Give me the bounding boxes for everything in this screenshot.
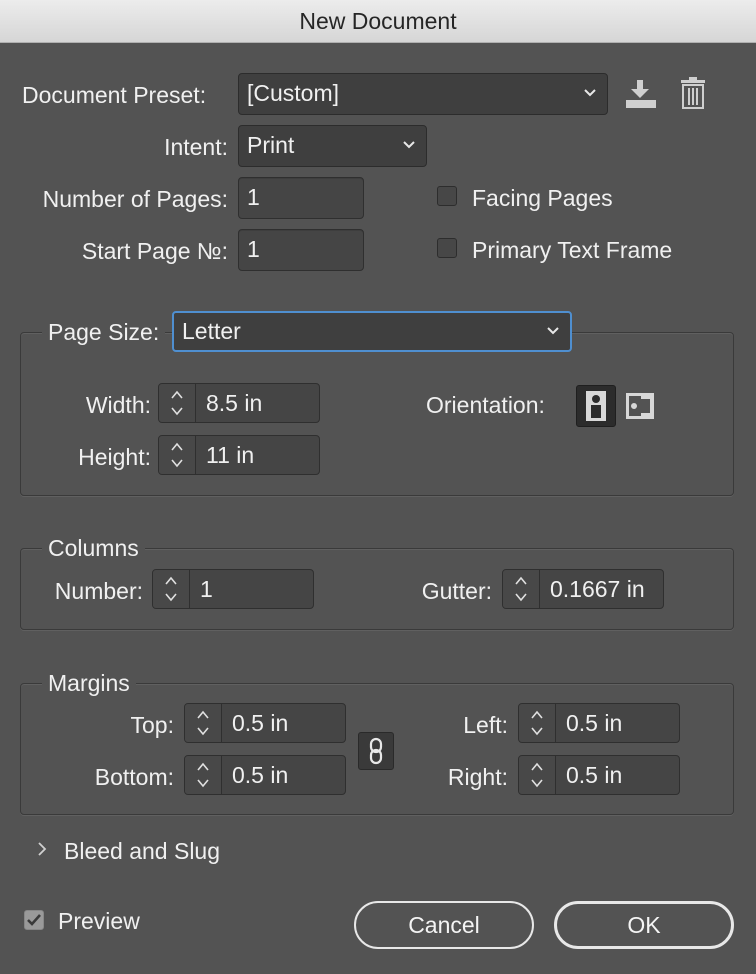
columns-number-label: Number:: [54, 578, 143, 604]
checkmark-icon: [27, 914, 41, 926]
page-size-label: Page Size:: [42, 317, 166, 347]
right-margin-stepper[interactable]: 0.5 in: [518, 755, 680, 795]
number-of-pages-label: Number of Pages:: [42, 186, 228, 212]
ok-button[interactable]: OK: [554, 901, 734, 949]
landscape-orientation-icon[interactable]: [624, 389, 656, 423]
intent-value: Print: [247, 132, 295, 158]
start-page-label: Start Page №:: [81, 238, 228, 264]
document-preset-label: Document Preset:: [22, 82, 207, 108]
intent-dropdown[interactable]: Print: [238, 125, 427, 167]
bottom-margin-stepper[interactable]: 0.5 in: [184, 755, 346, 795]
stepper-arrows-icon[interactable]: [519, 704, 556, 742]
number-of-pages-input[interactable]: 1: [238, 177, 364, 219]
height-value[interactable]: 11 in: [196, 436, 319, 474]
facing-pages-label[interactable]: Facing Pages: [472, 183, 613, 213]
width-value[interactable]: 8.5 in: [196, 384, 319, 422]
save-preset-icon[interactable]: [624, 78, 658, 110]
portrait-orientation-icon[interactable]: [576, 385, 616, 427]
stepper-arrows-icon[interactable]: [185, 704, 222, 742]
stepper-arrows-icon[interactable]: [159, 384, 196, 422]
orientation-label: Orientation:: [426, 392, 545, 418]
bottom-margin-value[interactable]: 0.5 in: [222, 756, 345, 794]
chevron-down-icon: [546, 313, 560, 363]
document-preset-value: [Custom]: [247, 80, 340, 106]
top-margin-value[interactable]: 0.5 in: [222, 704, 345, 742]
primary-text-frame-checkbox[interactable]: [437, 238, 457, 258]
columns-number-value[interactable]: 1: [190, 570, 313, 608]
right-margin-value[interactable]: 0.5 in: [556, 756, 679, 794]
page-size-value: Letter: [182, 318, 241, 344]
columns-number-stepper[interactable]: 1: [152, 569, 314, 609]
stepper-arrows-icon[interactable]: [153, 570, 190, 608]
delete-preset-icon[interactable]: [679, 76, 707, 110]
stepper-arrows-icon[interactable]: [519, 756, 556, 794]
stepper-arrows-icon[interactable]: [185, 756, 222, 794]
chevron-down-icon: [402, 126, 416, 179]
document-preset-dropdown[interactable]: [Custom]: [238, 73, 608, 115]
stepper-arrows-icon[interactable]: [159, 436, 196, 474]
preview-checkbox[interactable]: [24, 910, 44, 930]
top-margin-label: Top:: [130, 712, 174, 738]
bottom-margin-label: Bottom:: [94, 764, 174, 790]
primary-text-frame-label[interactable]: Primary Text Frame: [472, 235, 672, 265]
start-page-input[interactable]: 1: [238, 229, 364, 271]
margins-label: Margins: [42, 668, 136, 698]
gutter-stepper[interactable]: 0.1667 in: [502, 569, 664, 609]
page-size-dropdown[interactable]: Letter: [172, 311, 572, 352]
width-stepper[interactable]: 8.5 in: [158, 383, 320, 423]
link-margins-icon[interactable]: [358, 732, 394, 770]
intent-label: Intent:: [164, 134, 228, 160]
height-label: Height:: [78, 444, 151, 470]
window-title: New Document: [0, 0, 756, 43]
cancel-button[interactable]: Cancel: [354, 901, 534, 949]
chevron-right-icon[interactable]: [36, 840, 48, 858]
facing-pages-checkbox[interactable]: [437, 186, 457, 206]
left-margin-stepper[interactable]: 0.5 in: [518, 703, 680, 743]
preview-label[interactable]: Preview: [58, 906, 140, 936]
top-margin-stepper[interactable]: 0.5 in: [184, 703, 346, 743]
left-margin-value[interactable]: 0.5 in: [556, 704, 679, 742]
columns-label: Columns: [42, 533, 145, 563]
stepper-arrows-icon[interactable]: [503, 570, 540, 608]
left-margin-label: Left:: [463, 712, 508, 738]
gutter-value[interactable]: 0.1667 in: [540, 570, 663, 608]
chevron-down-icon: [583, 74, 597, 127]
gutter-label: Gutter:: [421, 578, 492, 604]
right-margin-label: Right:: [447, 764, 508, 790]
height-stepper[interactable]: 11 in: [158, 435, 320, 475]
bleed-and-slug-toggle[interactable]: Bleed and Slug: [64, 836, 220, 866]
width-label: Width:: [85, 392, 151, 418]
